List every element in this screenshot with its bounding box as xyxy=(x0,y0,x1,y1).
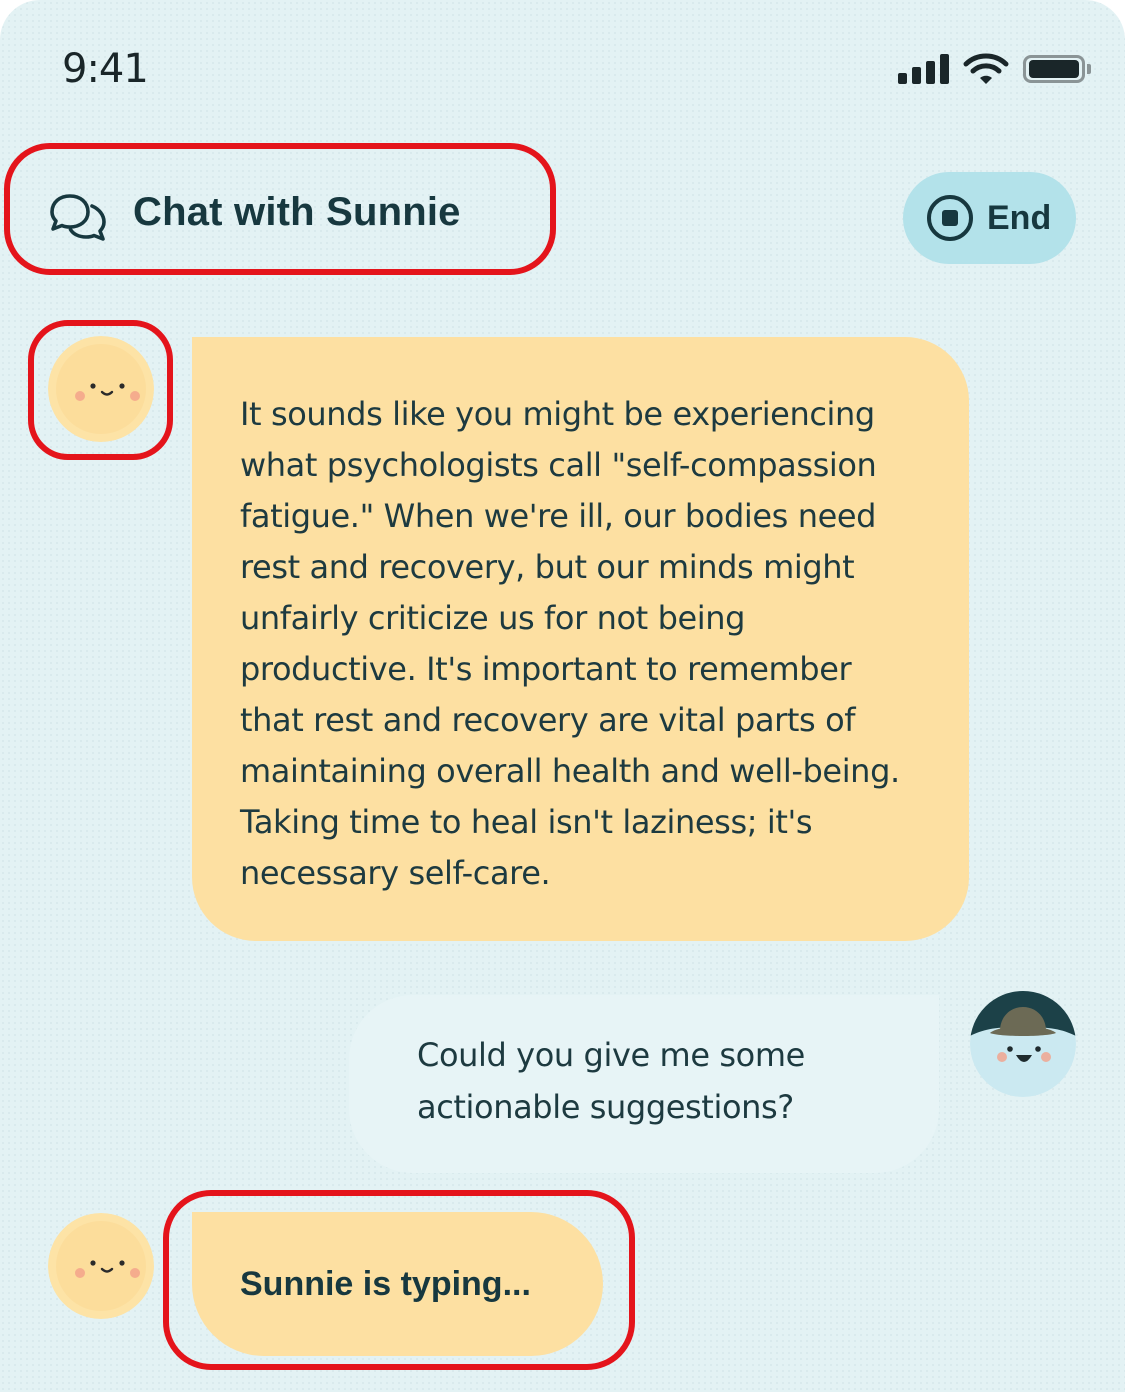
end-button-label: End xyxy=(987,198,1052,237)
bot-message-text: It sounds like you might be experiencing… xyxy=(240,395,900,892)
user-avatar xyxy=(970,991,1076,1097)
chat-bubbles-icon xyxy=(50,194,106,241)
page-title: Chat with Sunnie xyxy=(133,190,461,234)
stop-circle-icon xyxy=(927,195,973,241)
sunnie-avatar xyxy=(48,336,154,442)
typing-indicator-bubble: Sunnie is typing... xyxy=(192,1212,603,1356)
wifi-icon xyxy=(963,53,1009,84)
battery-icon xyxy=(1023,55,1091,83)
chat-screen: 9:41 Chat with Sunnie End It sounds like… xyxy=(0,0,1125,1392)
status-time: 9:41 xyxy=(62,46,149,92)
sunnie-avatar-typing xyxy=(48,1213,154,1319)
typing-indicator-text: Sunnie is typing... xyxy=(240,1264,531,1303)
user-message-bubble: Could you give me some actionable sugges… xyxy=(349,995,939,1173)
user-message-text: Could you give me some actionable sugges… xyxy=(417,1036,805,1126)
bot-message-bubble: It sounds like you might be experiencing… xyxy=(192,337,969,941)
status-icons xyxy=(898,52,1091,86)
end-chat-button[interactable]: End xyxy=(903,172,1076,264)
cellular-signal-icon xyxy=(898,54,949,84)
